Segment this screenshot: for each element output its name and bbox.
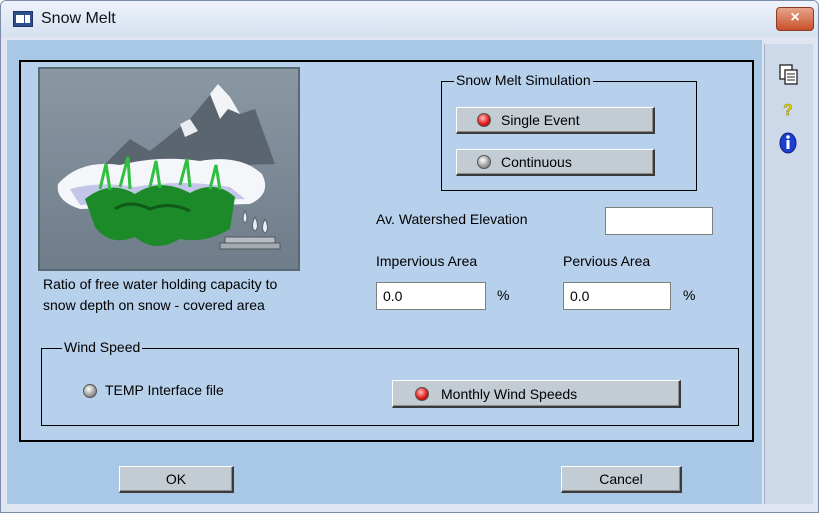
monthly-wind-speeds-indicator-icon: [415, 387, 429, 401]
monthly-wind-speeds-label: Monthly Wind Speeds: [441, 386, 578, 402]
description-line-2: snow depth on snow - covered area: [43, 297, 265, 313]
continuous-label: Continuous: [501, 154, 572, 170]
elevation-label: Av. Watershed Elevation: [376, 211, 528, 227]
temp-interface-indicator-icon: [83, 384, 97, 398]
window-icon: [13, 11, 33, 27]
pervious-unit: %: [683, 287, 696, 303]
snow-melt-illustration: [38, 67, 300, 271]
simulation-group-label: Snow Melt Simulation: [454, 72, 593, 88]
impervious-unit: %: [497, 287, 510, 303]
impervious-input[interactable]: [376, 282, 486, 310]
monthly-wind-speeds-button[interactable]: Monthly Wind Speeds: [392, 380, 681, 408]
svg-text:?: ?: [783, 102, 793, 119]
elevation-input[interactable]: [605, 207, 713, 235]
question-icon[interactable]: ?: [771, 94, 805, 124]
wind-speed-group-label: Wind Speed: [62, 339, 143, 355]
single-event-label: Single Event: [501, 112, 580, 128]
description-text: Ratio of free water holding capacity to …: [43, 274, 353, 316]
description-line-1: Ratio of free water holding capacity to: [43, 276, 278, 292]
temp-interface-label: TEMP Interface file: [105, 382, 224, 398]
info-icon[interactable]: [771, 128, 805, 158]
ok-button[interactable]: OK: [119, 466, 234, 493]
impervious-label: Impervious Area: [376, 253, 478, 269]
copy-icon[interactable]: [771, 60, 805, 90]
cancel-button[interactable]: Cancel: [561, 466, 682, 493]
continuous-button[interactable]: Continuous: [456, 149, 655, 176]
pervious-input[interactable]: [563, 282, 671, 310]
single-event-indicator-icon: [477, 113, 491, 127]
pervious-label: Pervious Area: [563, 253, 651, 269]
title-bar: Snow Melt ×: [1, 1, 818, 37]
continuous-indicator-icon: [477, 155, 491, 169]
close-button[interactable]: ×: [776, 7, 814, 31]
single-event-button[interactable]: Single Event: [456, 107, 655, 134]
window-title: Snow Melt: [41, 10, 116, 27]
